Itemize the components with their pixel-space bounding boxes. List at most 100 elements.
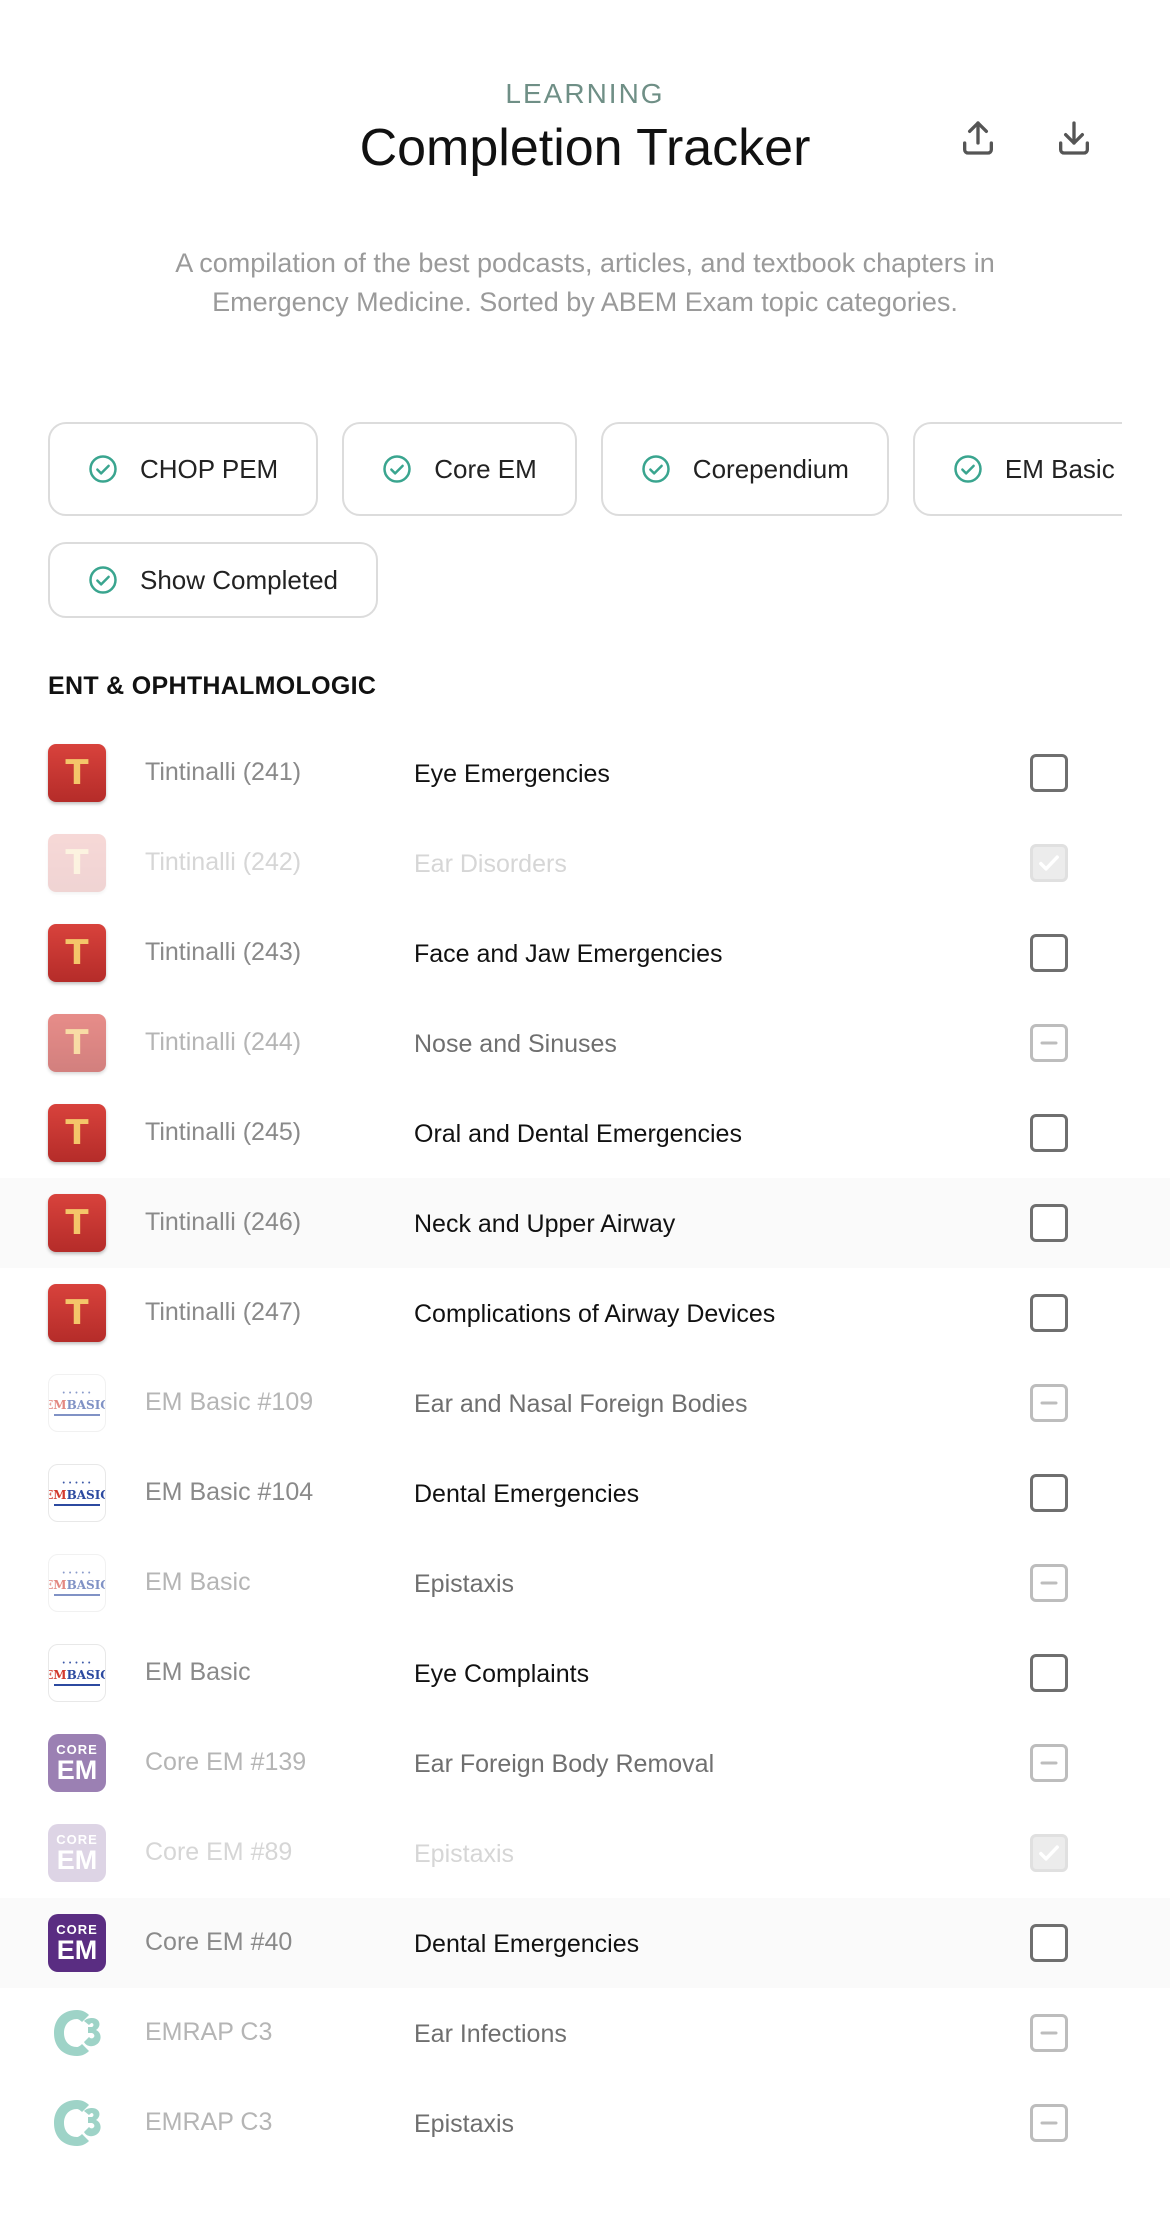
resource-title: Oral and Dental Emergencies <box>414 1120 742 1148</box>
completion-checkbox[interactable] <box>1030 2104 1068 2142</box>
dash-icon <box>1040 2031 1058 2035</box>
resource-title: Eye Emergencies <box>414 760 610 788</box>
page-eyebrow: LEARNING <box>505 78 665 109</box>
completion-checkbox[interactable] <box>1030 844 1068 882</box>
dash-icon <box>1040 1581 1058 1585</box>
resource-title: Epistaxis <box>414 1840 515 1868</box>
em-basic-logo: • • • • •EMBASIC <box>48 1464 106 1522</box>
upload-icon <box>963 121 993 155</box>
completion-checkbox[interactable] <box>1030 1114 1068 1152</box>
completion-checkbox[interactable] <box>1030 2014 1068 2052</box>
resource-title: Eye Complaints <box>414 1660 590 1688</box>
filter-chip-label: EM Basic <box>1004 453 1115 484</box>
list-item[interactable]: T Tintinalli (247) Complications of Airway… <box>0 1268 1170 1358</box>
resource-source: Tintinalli (241) <box>145 758 302 786</box>
dash-icon <box>1040 1401 1058 1405</box>
completion-checkbox[interactable] <box>1030 1654 1068 1692</box>
resource-title: Face and Jaw Emergencies <box>414 940 723 968</box>
filter-chip[interactable]: EM Basic <box>912 422 1122 516</box>
completion-checkbox[interactable] <box>1030 1024 1068 1062</box>
completion-checkbox[interactable] <box>1030 1564 1068 1602</box>
em-basic-logo: • • • • •EMBASIC <box>48 1374 106 1432</box>
emrap-c3-logo <box>48 2004 106 2062</box>
completion-checkbox[interactable] <box>1030 1384 1068 1422</box>
tintinalli-logo: T <box>48 1014 106 1072</box>
core-em-logo: CORE EM <box>48 1734 106 1792</box>
resource-source: EM Basic <box>145 1658 251 1686</box>
filter-chip[interactable]: Corependium <box>600 422 889 516</box>
emrap-c3-logo <box>48 2094 106 2152</box>
list-item[interactable]: EMRAP C3 Epistaxis <box>0 2078 1170 2168</box>
tintinalli-logo: T <box>48 744 106 802</box>
check-circle-icon <box>642 455 670 483</box>
list-item[interactable]: • • • • •EMBASIC EM Basic Epistaxis <box>0 1538 1170 1628</box>
resource-title: Ear and Nasal Foreign Bodies <box>414 1390 748 1418</box>
core-em-logo: CORE EM <box>48 1824 106 1882</box>
check-circle-icon <box>89 455 117 483</box>
check-circle-icon <box>89 566 117 594</box>
resource-source: Tintinalli (245) <box>145 1118 302 1146</box>
resource-title: Dental Emergencies <box>414 1930 640 1958</box>
checkmark-icon <box>1039 855 1059 871</box>
completion-checkbox[interactable] <box>1030 1924 1068 1962</box>
resource-source: Tintinalli (244) <box>145 1028 302 1056</box>
resource-title: Epistaxis <box>414 1570 515 1598</box>
resource-title: Complications of Airway Devices <box>414 1300 776 1328</box>
completion-checkbox[interactable] <box>1030 1474 1068 1512</box>
page-header: LEARNING Completion Tracker <box>0 0 1170 200</box>
list-item[interactable]: T Tintinalli (245) Oral and Dental Emergen… <box>0 1088 1170 1178</box>
completion-checkbox[interactable] <box>1030 1834 1068 1872</box>
core-em-logo: CORE EM <box>48 1914 106 1972</box>
list-item[interactable]: • • • • •EMBASIC EM Basic #104 Dental Emer… <box>0 1448 1170 1538</box>
resource-source: EM Basic #104 <box>145 1478 314 1506</box>
check-circle-icon <box>383 455 411 483</box>
list-item[interactable]: • • • • •EMBASIC EM Basic #109 Ear and Nas… <box>0 1358 1170 1448</box>
resource-title: Ear Infections <box>414 2020 567 2048</box>
completion-checkbox[interactable] <box>1030 1204 1068 1242</box>
resource-source: Core EM #40 <box>145 1928 293 1956</box>
tintinalli-logo: T <box>48 924 106 982</box>
filter-chip[interactable]: Core EM <box>342 422 577 516</box>
completion-checkbox[interactable] <box>1030 1294 1068 1332</box>
list-item[interactable]: CORE EM Core EM #89 Epistaxis <box>0 1808 1170 1898</box>
filter-chip[interactable]: CHOP PEM <box>48 422 319 516</box>
resource-source: Core EM #139 <box>145 1748 307 1776</box>
list-item[interactable]: T Tintinalli (246) Neck and Upper Airway <box>0 1178 1170 1268</box>
upload-button[interactable] <box>950 110 1006 166</box>
filter-chip-label: Corependium <box>692 453 849 484</box>
section-title: ENT & OPHTHALMOLOGIC <box>48 672 377 700</box>
resource-title: Epistaxis <box>414 2110 515 2138</box>
list-item[interactable]: EMRAP C3 Ear Infections <box>0 1988 1170 2078</box>
completion-checkbox[interactable] <box>1030 754 1068 792</box>
list-item[interactable]: T Tintinalli (242) Ear Disorders <box>0 818 1170 908</box>
tintinalli-logo: T <box>48 1284 106 1342</box>
resource-source: Tintinalli (246) <box>145 1208 302 1236</box>
resource-title: Ear Disorders <box>414 850 567 878</box>
dash-icon <box>1040 1041 1058 1045</box>
resource-title: Neck and Upper Airway <box>414 1210 676 1238</box>
resource-source: Tintinalli (247) <box>145 1298 302 1326</box>
check-circle-icon <box>954 455 982 483</box>
source-filter-row: CHOP PEM Core EM Corependium EM Basic <box>48 422 1122 518</box>
completion-checkbox[interactable] <box>1030 1744 1068 1782</box>
list-item[interactable]: CORE EM Core EM #139 Ear Foreign Body Remov… <box>0 1718 1170 1808</box>
download-button[interactable] <box>1046 110 1102 166</box>
list-item[interactable]: T Tintinalli (241) Eye Emergencies <box>0 728 1170 818</box>
completion-checkbox[interactable] <box>1030 934 1068 972</box>
list-item[interactable]: • • • • •EMBASIC EM Basic Eye Complaints <box>0 1628 1170 1718</box>
list-item[interactable]: T Tintinalli (244) Nose and Sinuses <box>0 998 1170 1088</box>
resource-source: Tintinalli (242) <box>145 848 302 876</box>
tintinalli-logo: T <box>48 1194 106 1252</box>
show-completed-toggle[interactable]: Show Completed <box>48 542 378 618</box>
filter-chip-label: Core EM <box>434 453 537 484</box>
resource-source: EM Basic <box>145 1568 251 1596</box>
resource-source: EM Basic #109 <box>145 1388 314 1416</box>
resource-source: Tintinalli (243) <box>145 938 302 966</box>
resource-source: EMRAP C3 <box>145 2018 273 2046</box>
em-basic-logo: • • • • •EMBASIC <box>48 1554 106 1612</box>
list-item[interactable]: T Tintinalli (243) Face and Jaw Emergencie… <box>0 908 1170 998</box>
list-item[interactable]: CORE EM Core EM #40 Dental Emergencies <box>0 1898 1170 1988</box>
tintinalli-logo: T <box>48 1104 106 1162</box>
show-completed-label: Show Completed <box>140 564 338 595</box>
download-icon <box>1059 121 1089 155</box>
